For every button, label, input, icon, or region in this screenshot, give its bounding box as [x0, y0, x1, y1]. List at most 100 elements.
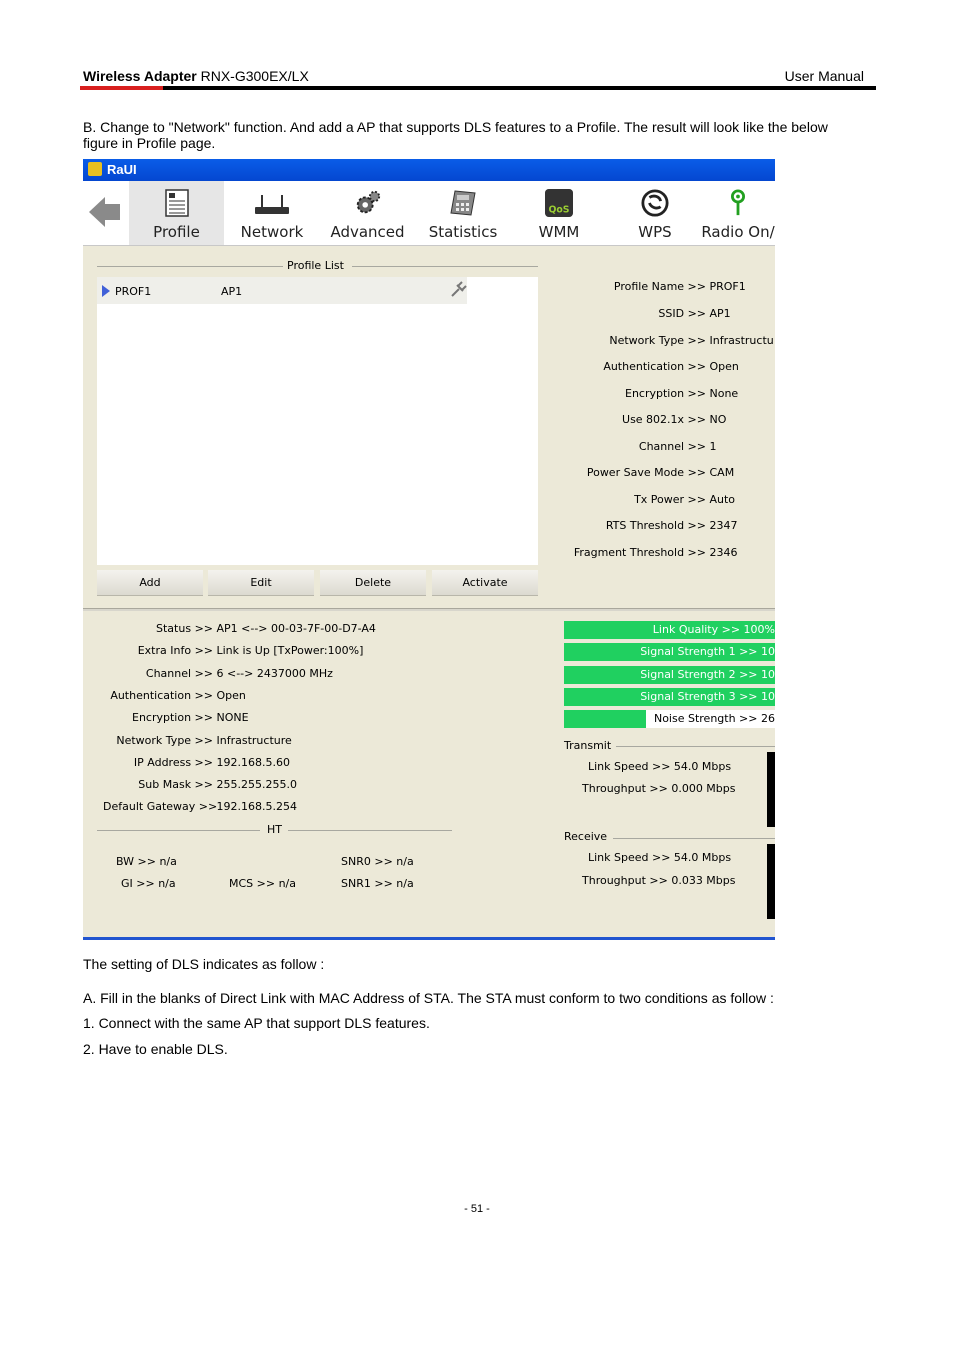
tab-advanced-label: Advanced: [330, 223, 405, 241]
title-bar: RaUI: [83, 159, 775, 181]
ht-snr1: SNR1 >> n/a: [341, 877, 414, 890]
add-button[interactable]: Add: [97, 570, 203, 596]
detail-rts: RTS Threshold >> 2347: [563, 519, 738, 532]
profile-row[interactable]: PROF1 AP1: [97, 277, 467, 304]
status-value: Open: [216, 689, 246, 702]
signal-strength-3-bar: Signal Strength 3 >> 10: [564, 688, 775, 706]
status-key: Channel >>: [145, 667, 213, 680]
tab-radio-label: Radio On/: [701, 223, 775, 241]
noise-strength-fill: [564, 710, 647, 728]
transmit-graph: [767, 752, 775, 827]
signal-strength-2-label: Signal Strength 2 >> 10: [640, 668, 775, 681]
detail-value: 2346: [709, 546, 738, 559]
detail-network-type: Network Type >> Infrastructu: [563, 334, 774, 347]
status-status: Status >> AP1 <--> 00-03-7F-00-D7-A4: [103, 622, 376, 635]
ht-snr0: SNR0 >> n/a: [341, 855, 414, 868]
receive-link-speed: Link Speed >> 54.0 Mbps: [588, 851, 732, 864]
signal-strength-2-bar: Signal Strength 2 >> 10: [564, 666, 775, 684]
detail-value: None: [709, 387, 739, 400]
detail-value: PROF1: [709, 280, 746, 293]
tab-profile[interactable]: Profile: [129, 181, 224, 245]
profile-list-rule-right: [352, 266, 538, 267]
detail-power-save: Power Save Mode >> CAM: [563, 466, 734, 479]
status-value: 255.255.255.0: [216, 778, 297, 791]
back-arrow-icon: [89, 197, 105, 227]
detail-key: Network Type >>: [609, 334, 706, 347]
header-doc-type: User Manual: [784, 68, 864, 84]
header-product-name: Wireless Adapter: [83, 68, 197, 84]
header-product: Wireless Adapter RNX-G300EX/LX: [83, 68, 309, 84]
intro-line-2: figure in Profile page.: [83, 135, 216, 151]
detail-ssid: SSID >> AP1: [563, 307, 731, 320]
ht-title: HT: [267, 823, 282, 836]
dls-intro: The setting of DLS indicates as follow :: [83, 956, 325, 972]
detail-fragment: Fragment Threshold >> 2346: [563, 546, 738, 559]
toolbar: Profile Network Advanced Statistics QoS …: [83, 181, 775, 246]
section-divider: [83, 608, 775, 611]
tab-radio[interactable]: Radio On/: [701, 181, 775, 245]
receive-title: Receive: [564, 830, 608, 843]
link-quality-label: Link Quality >> 100%: [652, 623, 775, 636]
back-button[interactable]: [83, 181, 127, 245]
advanced-icon: [356, 190, 380, 214]
detail-value: 2347: [709, 519, 738, 532]
detail-value: Open: [709, 360, 739, 373]
ht-rule-left: [97, 830, 260, 831]
tab-network[interactable]: Network: [226, 181, 318, 245]
receive-rule: [613, 838, 775, 839]
tab-profile-label: Profile: [153, 223, 200, 241]
detail-key: RTS Threshold >>: [605, 519, 706, 532]
ht-gi: GI >> n/a: [121, 877, 176, 890]
tab-network-label: Network: [240, 223, 304, 241]
detail-value: NO: [709, 413, 727, 426]
wps-icon: [641, 189, 669, 217]
status-value: Link is Up [TxPower:100%]: [216, 644, 364, 657]
profile-list[interactable]: PROF1 AP1: [97, 277, 538, 565]
radio-icon: [731, 189, 745, 216]
status-key: Sub Mask >>: [138, 778, 213, 791]
profile-row-name: PROF1: [115, 285, 152, 298]
detail-key: Profile Name >>: [613, 280, 706, 293]
tab-statistics[interactable]: Statistics: [417, 181, 509, 245]
detail-encryption: Encryption >> None: [563, 387, 738, 400]
detail-channel: Channel >> 1: [563, 440, 717, 453]
detail-value: AP1: [709, 307, 731, 320]
status-extra-info: Extra Info >> Link is Up [TxPower:100%]: [103, 644, 364, 657]
detail-key: Authentication >>: [603, 360, 706, 373]
window-title: RaUI: [107, 162, 137, 177]
status-key: IP Address >>: [133, 756, 213, 769]
status-key: Encryption >>: [132, 711, 213, 724]
status-value: NONE: [216, 711, 249, 724]
signal-strength-1-label: Signal Strength 1 >> 10: [640, 645, 775, 658]
tab-wps[interactable]: WPS: [609, 181, 701, 245]
detail-8021x: Use 802.1x >> NO: [563, 413, 726, 426]
profile-row-ssid: AP1: [221, 285, 243, 298]
status-authentication: Authentication >> Open: [103, 689, 246, 702]
edit-button[interactable]: Edit: [208, 570, 314, 596]
raui-logo-icon: [88, 162, 102, 176]
tab-wps-label: WPS: [638, 223, 672, 241]
profile-list-title: Profile List: [287, 259, 344, 272]
detail-profile-name: Profile Name >> PROF1: [563, 280, 746, 293]
status-channel: Channel >> 6 <--> 2437000 MHz: [103, 667, 333, 680]
delete-button[interactable]: Delete: [320, 570, 426, 596]
status-value: 192.168.5.60: [216, 756, 290, 769]
ht-bw: BW >> n/a: [116, 855, 177, 868]
status-network-type: Network Type >> Infrastructure: [103, 734, 291, 747]
tab-advanced[interactable]: Advanced: [320, 181, 415, 245]
back-arrow-tail: [104, 204, 120, 220]
header-rule: [80, 86, 876, 90]
detail-key: Fragment Threshold >>: [573, 546, 706, 559]
tab-wmm[interactable]: QoS WMM: [511, 181, 607, 245]
ht-mcs: MCS >> n/a: [229, 877, 296, 890]
detail-key: Channel >>: [638, 440, 706, 453]
status-key: Authentication >>: [110, 689, 213, 702]
noise-strength-bar: Noise Strength >> 26: [564, 710, 775, 728]
status-ip-address: IP Address >> 192.168.5.60: [103, 756, 290, 769]
detail-value: Infrastructu: [709, 334, 774, 347]
activate-button[interactable]: Activate: [432, 570, 538, 596]
status-value: 6 <--> 2437000 MHz: [216, 667, 333, 680]
detail-value: CAM: [709, 466, 735, 479]
detail-tx-power: Tx Power >> Auto: [563, 493, 735, 506]
detail-key: Power Save Mode >>: [586, 466, 706, 479]
